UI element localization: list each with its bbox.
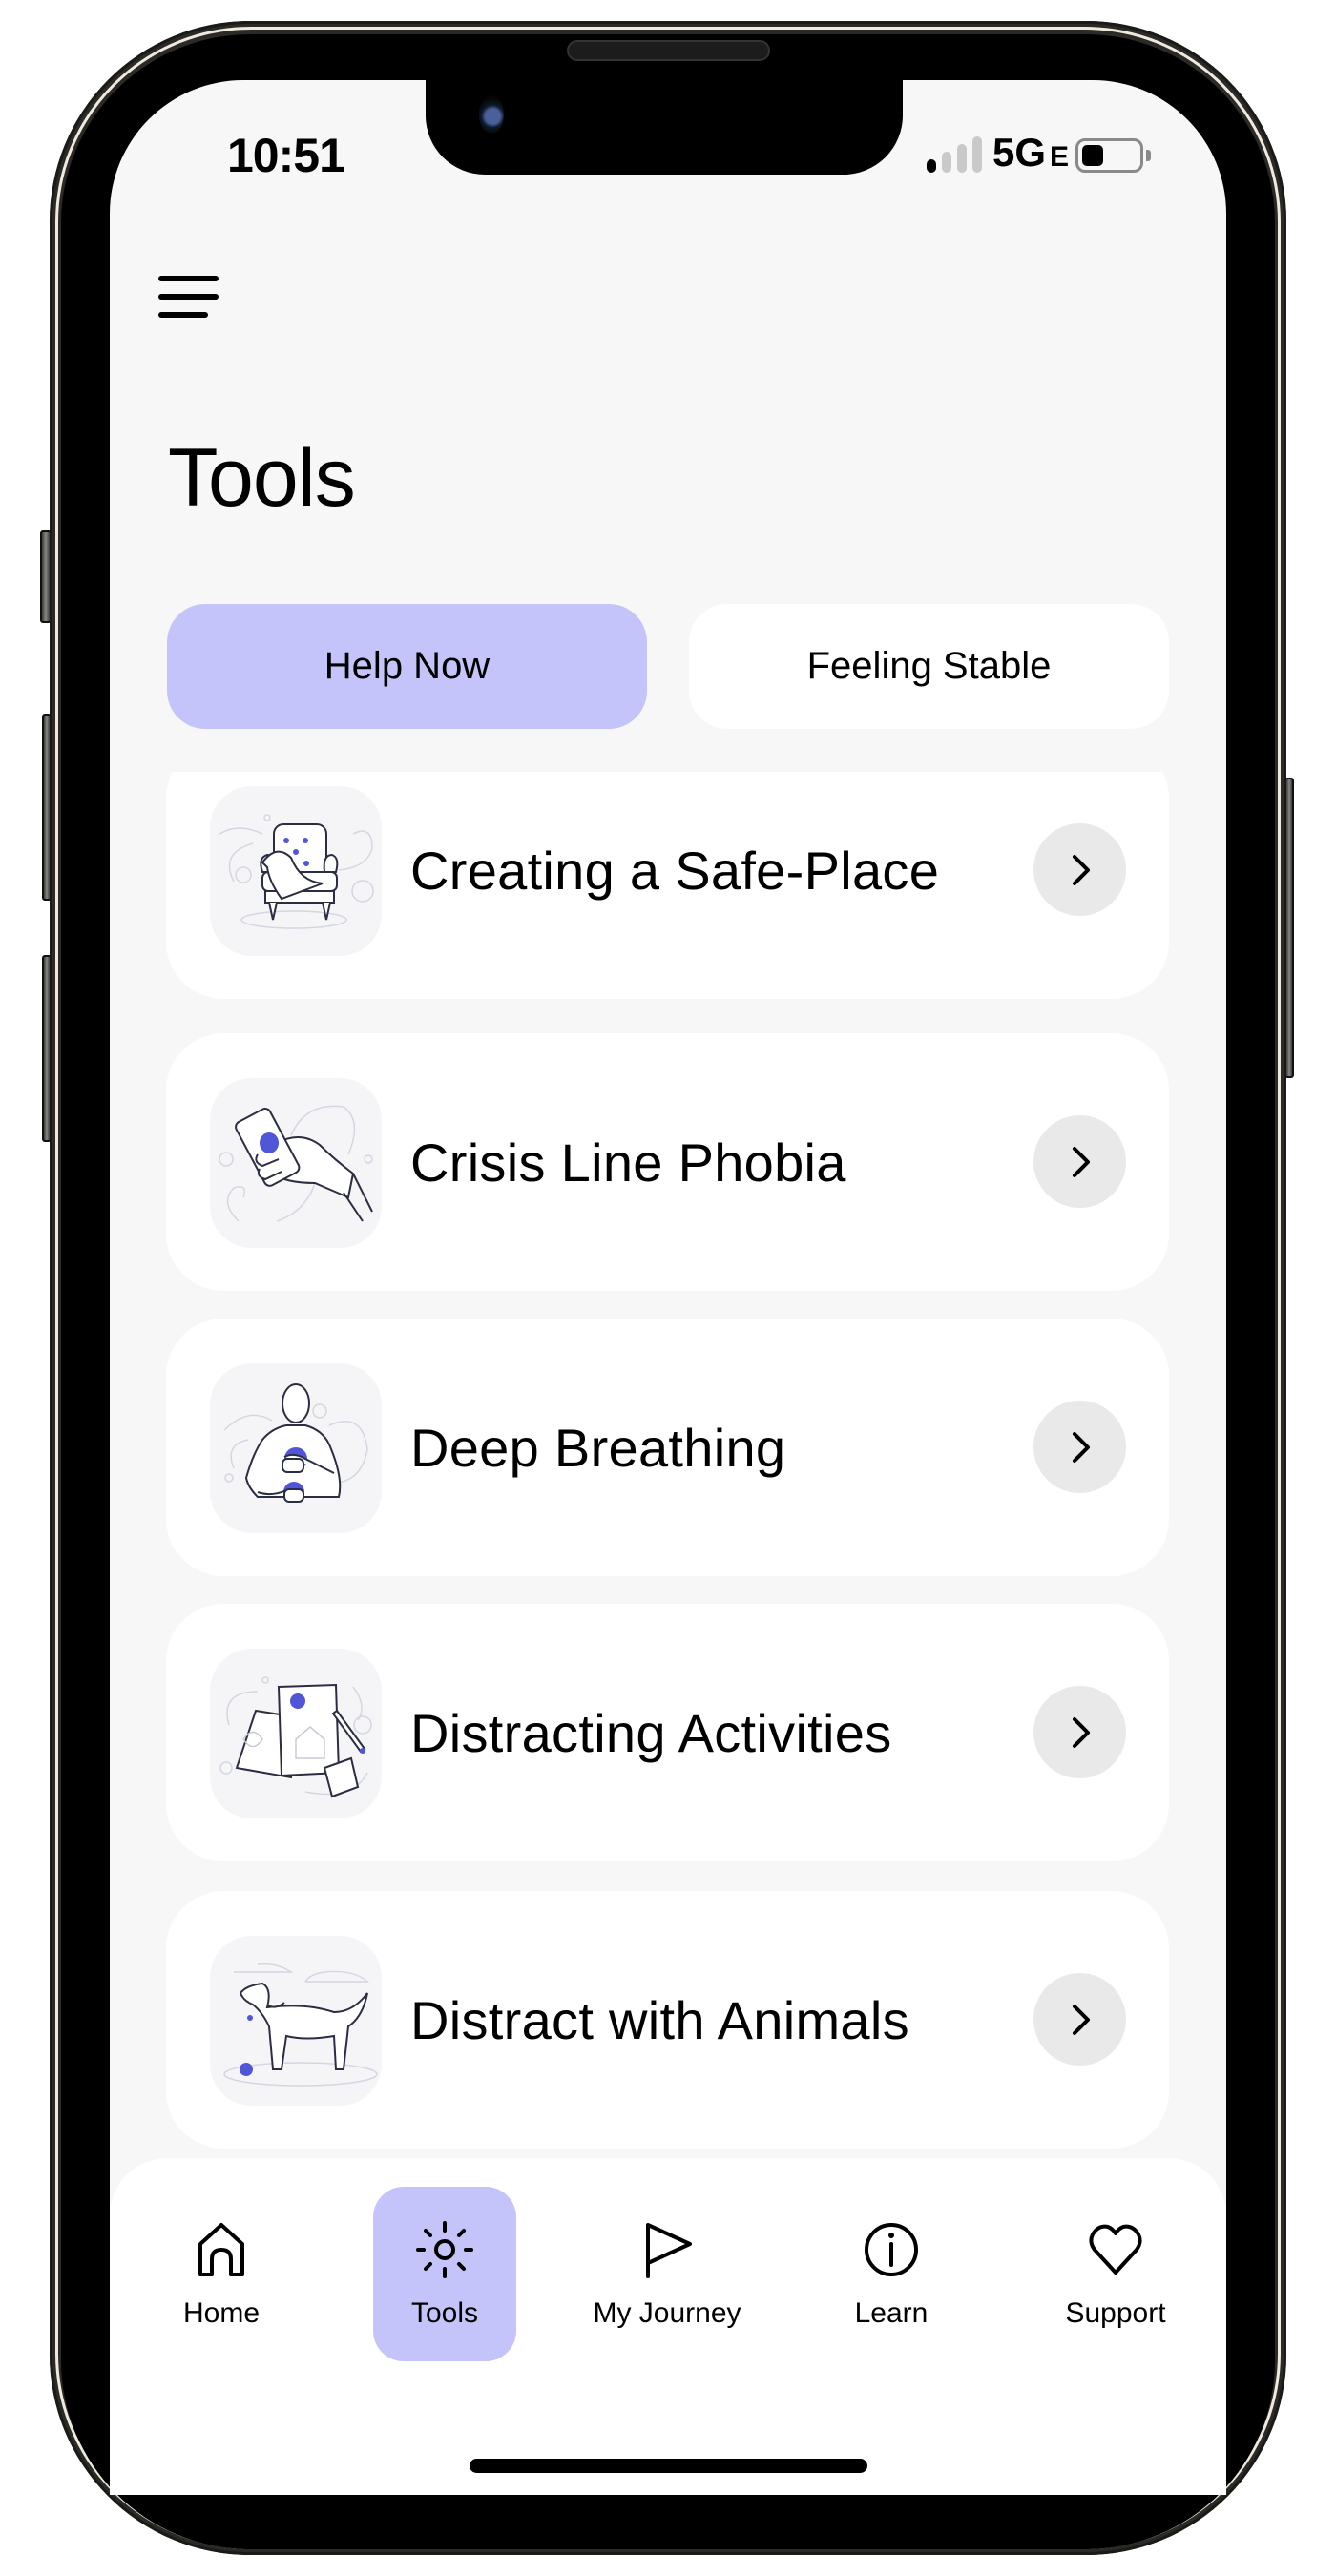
nav-label: Learn	[854, 2297, 929, 2329]
nav-item-support[interactable]: Support	[1044, 2187, 1187, 2361]
nav-label: Support	[1065, 2297, 1166, 2329]
chevron-right-icon[interactable]	[1033, 823, 1126, 916]
nav-item-my-journey[interactable]: My Journey	[593, 2187, 741, 2361]
tool-title: Deep Breathing	[410, 1417, 786, 1478]
chevron-right-icon[interactable]	[1033, 1401, 1126, 1493]
tab-help-now[interactable]: Help Now	[167, 604, 647, 729]
bottom-nav: Home Tools My Journey Learn Support	[110, 2158, 1226, 2495]
tool-title: Distract with Animals	[410, 1989, 909, 2050]
chevron-right-icon[interactable]	[1033, 1115, 1126, 1208]
tab-label: Help Now	[324, 645, 491, 687]
tool-title: Distracting Activities	[410, 1702, 892, 1763]
tool-card-distract-with-animals[interactable]: Distract with Animals	[166, 1891, 1169, 2149]
tool-title: Creating a Safe-Place	[410, 840, 940, 901]
tool-card-creating-safe-place[interactable]: Creating a Safe-Place	[166, 772, 1169, 999]
home-icon	[198, 2223, 244, 2276]
armchair-illustration-icon	[210, 786, 382, 956]
sun-icon	[416, 2221, 473, 2278]
tab-feeling-stable[interactable]: Feeling Stable	[689, 604, 1169, 729]
tool-card-crisis-line-phobia[interactable]: Crisis Line Phobia	[166, 1033, 1169, 1291]
flag-icon	[646, 2223, 692, 2278]
network-type: 5G E	[992, 130, 1069, 176]
person-breathing-illustration-icon	[210, 1363, 382, 1533]
tool-title: Crisis Line Phobia	[410, 1132, 846, 1193]
status-time: 10:51	[227, 129, 345, 182]
nav-item-tools[interactable]: Tools	[373, 2187, 516, 2361]
hand-holding-phone-illustration-icon	[210, 1078, 382, 1248]
nav-label: My Journey	[593, 2297, 741, 2329]
earpiece-speaker	[567, 40, 770, 61]
network-suffix: E	[1050, 141, 1070, 173]
hamburger-menu-icon[interactable]	[153, 269, 225, 326]
home-indicator[interactable]	[470, 2459, 867, 2473]
nav-item-learn[interactable]: Learn	[820, 2187, 963, 2361]
info-icon	[865, 2223, 918, 2276]
network-label: 5G	[992, 130, 1047, 175]
chevron-right-icon[interactable]	[1033, 1686, 1126, 1778]
drawing-paper-pencil-illustration-icon	[210, 1649, 382, 1818]
battery-level	[1082, 145, 1103, 166]
tools-list[interactable]: Creating a Safe-Place Crisis Line Phobia…	[110, 772, 1226, 2158]
battery-tip	[1146, 150, 1151, 161]
dog-illustration-icon	[210, 1936, 382, 2106]
tab-label: Feeling Stable	[806, 645, 1052, 687]
nav-item-home[interactable]: Home	[150, 2187, 293, 2361]
front-camera	[479, 95, 504, 134]
tool-card-distracting-activities[interactable]: Distracting Activities	[166, 1604, 1169, 1861]
chevron-right-icon[interactable]	[1033, 1973, 1126, 2066]
tool-card-deep-breathing[interactable]: Deep Breathing	[166, 1319, 1169, 1576]
heart-icon	[1089, 2224, 1142, 2275]
battery-icon	[1075, 138, 1143, 173]
nav-label: Home	[182, 2297, 261, 2329]
nav-label: Tools	[410, 2297, 479, 2329]
page-title: Tools	[168, 432, 356, 524]
signal-strength-icon	[927, 136, 982, 173]
